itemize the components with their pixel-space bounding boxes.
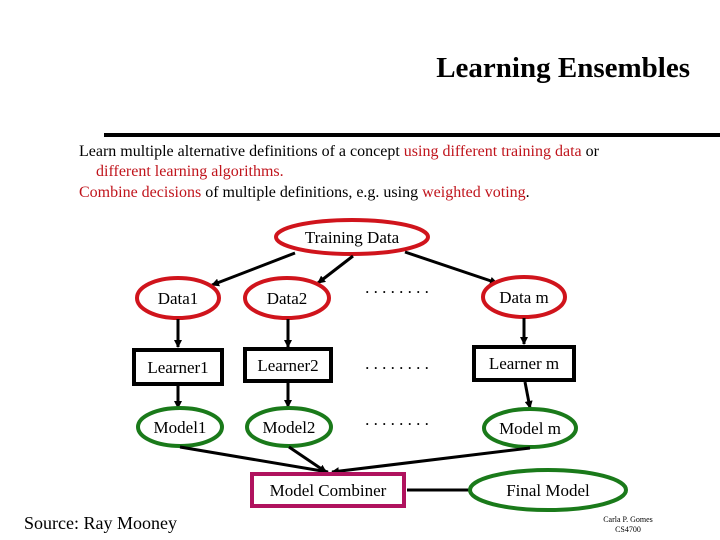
data-node-m-label: Data m	[499, 288, 549, 307]
training-data-label: Training Data	[305, 228, 400, 247]
model-node-m-label: Model m	[499, 419, 561, 438]
model-ellipsis: . . . . . . . .	[365, 410, 429, 429]
learner-node-m-label: Learner m	[489, 354, 559, 373]
arrow-modelm-to-combiner	[331, 446, 531, 476]
ensemble-diagram: Training Data Data1 Data2 . . . . . . . …	[132, 218, 628, 512]
learner-node-2-label: Learner2	[257, 356, 318, 375]
data-ellipsis: . . . . . . . .	[365, 278, 429, 297]
model-combiner-label: Model Combiner	[270, 481, 387, 500]
final-model-label: Final Model	[506, 481, 590, 500]
arrow-learnerm-to-modelm	[523, 381, 533, 409]
source-attribution: Source: Ray Mooney	[24, 513, 177, 533]
course-code: CS4700	[615, 525, 641, 534]
learner-ellipsis: . . . . . . . .	[365, 354, 429, 373]
arrow-training-to-data2	[317, 254, 354, 285]
data-node-2-label: Data2	[267, 289, 308, 308]
data-node-1-label: Data1	[158, 289, 199, 308]
author-name: Carla P. Gomes	[603, 515, 653, 524]
author-credit: Carla P. Gomes CS4700	[590, 515, 666, 535]
learner-node-1-label: Learner1	[147, 358, 208, 377]
model-node-1-label: Model1	[154, 418, 207, 437]
model-node-2-label: Model2	[263, 418, 316, 437]
